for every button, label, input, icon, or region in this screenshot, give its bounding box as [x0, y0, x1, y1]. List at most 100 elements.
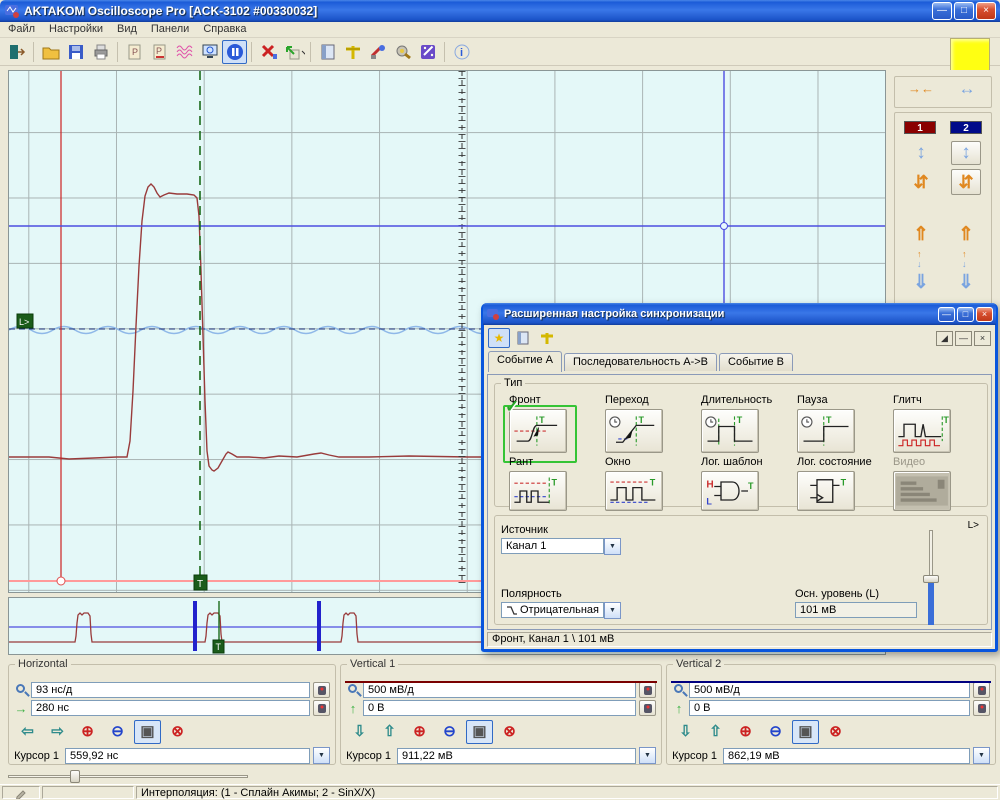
- dialog-panel-icon[interactable]: [512, 328, 534, 348]
- zoom-reset-button[interactable]: ⊗: [164, 720, 191, 744]
- pause-button[interactable]: [222, 40, 247, 64]
- ch1-offset-knob-button[interactable]: [639, 700, 656, 716]
- horizontal-offset-knob-button[interactable]: [313, 700, 330, 716]
- dialog-close-panel-button[interactable]: ×: [974, 331, 991, 346]
- print-icon[interactable]: [88, 40, 113, 64]
- scroll-left-button[interactable]: ⇦: [14, 720, 41, 744]
- record-document-icon[interactable]: P: [122, 40, 147, 64]
- ch2-zoom-in-button[interactable]: ⊕: [732, 720, 759, 744]
- cursor1-marker[interactable]: [57, 577, 65, 585]
- ch2-zoom-reset-button[interactable]: ⊗: [822, 720, 849, 744]
- ch2-expand-vertical-button[interactable]: ↕: [951, 141, 981, 165]
- ch1-scale-knob-button[interactable]: [639, 682, 656, 698]
- menu-settings[interactable]: Настройки: [49, 23, 103, 36]
- ch1-compress-vertical-button[interactable]: ⇵: [907, 169, 935, 195]
- trigger-type-logic-pattern-button[interactable]: HLT: [701, 471, 759, 511]
- record-position-slider[interactable]: [8, 769, 248, 783]
- ch1-fine-down-icon[interactable]: ↓: [917, 259, 922, 269]
- menu-file[interactable]: Файл: [8, 23, 35, 36]
- horizontal-offset-field[interactable]: 280 нс: [31, 700, 310, 716]
- dialog-minimize-button[interactable]: —: [938, 307, 955, 322]
- ch2-shift-up-button[interactable]: ⇑: [951, 223, 981, 245]
- ch1-zoom-out-button[interactable]: ⊖: [436, 720, 463, 744]
- maximize-button[interactable]: □: [954, 2, 974, 20]
- compress-horizontal-button[interactable]: →←: [903, 81, 939, 96]
- menu-panels[interactable]: Панели: [151, 23, 189, 36]
- timebase-field[interactable]: 93 нс/д: [31, 682, 310, 698]
- tools-icon[interactable]: [365, 40, 390, 64]
- insert-marker-icon[interactable]: [281, 40, 306, 64]
- polarity-dropdown-button[interactable]: ▼: [604, 602, 621, 619]
- zoom-out-button[interactable]: ⊖: [104, 720, 131, 744]
- polarity-combobox[interactable]: Отрицательная ▼: [501, 602, 621, 619]
- trigger-type-runt-button[interactable]: T: [509, 471, 567, 511]
- tab-sequence-ab[interactable]: Последовательность A->B: [564, 353, 717, 371]
- ch1-fine-up-icon[interactable]: ↑: [917, 249, 922, 259]
- ch1-cursor1-dropdown-button[interactable]: ▼: [639, 747, 656, 764]
- display-monitor-icon[interactable]: [197, 40, 222, 64]
- ch1-zoom-in-button[interactable]: ⊕: [406, 720, 433, 744]
- ch1-scale-field[interactable]: 500 мВ/д: [363, 682, 636, 698]
- trigger-type-transition-button[interactable]: T: [605, 409, 663, 453]
- level-slider-thumb[interactable]: [923, 575, 939, 583]
- tab-event-b[interactable]: Событие B: [719, 353, 793, 371]
- slider-thumb[interactable]: [70, 770, 80, 783]
- dialog-collapse-button[interactable]: —: [955, 331, 972, 346]
- ch2-offset-field[interactable]: 0 В: [689, 700, 970, 716]
- dialog-level-tool-icon[interactable]: [536, 328, 558, 348]
- timebase-knob-button[interactable]: [313, 682, 330, 698]
- ch2-scale-field[interactable]: 500 мВ/д: [689, 682, 970, 698]
- minimize-button[interactable]: —: [932, 2, 952, 20]
- info-icon[interactable]: i: [449, 40, 474, 64]
- cursor1-time-field[interactable]: 559,92 нс: [65, 748, 310, 764]
- source-combobox[interactable]: Канал 1 ▼: [501, 538, 621, 555]
- ch1-shift-up-button[interactable]: ⇑: [907, 223, 935, 245]
- zoom-window-button[interactable]: ▣: [134, 720, 161, 744]
- ch2-compress-vertical-button[interactable]: ⇵: [951, 169, 981, 195]
- scroll-right-button[interactable]: ⇨: [44, 720, 71, 744]
- cursor1-dropdown-button[interactable]: ▼: [313, 747, 330, 764]
- view-range-end-bar[interactable]: [317, 601, 321, 651]
- zoom-in-button[interactable]: ⊕: [74, 720, 101, 744]
- ch2-offset-knob-button[interactable]: [973, 700, 990, 716]
- wizard-icon[interactable]: [415, 40, 440, 64]
- menu-help[interactable]: Справка: [203, 23, 246, 36]
- level-value-field[interactable]: 101 мВ: [795, 602, 917, 618]
- source-dropdown-button[interactable]: ▼: [604, 538, 621, 555]
- trigger-type-glitch-button[interactable]: T: [893, 409, 951, 453]
- ch1-expand-vertical-button[interactable]: ↕: [907, 141, 935, 165]
- ch1-zoom-window-button[interactable]: ▣: [466, 720, 493, 744]
- side-panel-icon[interactable]: [315, 40, 340, 64]
- ch2-cursor1-dropdown-button[interactable]: ▼: [973, 747, 990, 764]
- ch1-shift-down-button[interactable]: ⇓: [907, 271, 935, 293]
- level-slider[interactable]: [923, 530, 939, 625]
- open-folder-icon[interactable]: [38, 40, 63, 64]
- waveform-icon[interactable]: [172, 40, 197, 64]
- favorite-star-button[interactable]: ★: [488, 328, 510, 348]
- trigger-type-width-button[interactable]: T: [701, 409, 759, 453]
- ch2-zoom-window-button[interactable]: ▣: [792, 720, 819, 744]
- ch1-offset-field[interactable]: 0 В: [363, 700, 636, 716]
- trigger-level-tool-icon[interactable]: [340, 40, 365, 64]
- ch2-scroll-up-button[interactable]: ⇧: [702, 720, 729, 744]
- ch2-zoom-out-button[interactable]: ⊖: [762, 720, 789, 744]
- cursor-blue-marker[interactable]: [721, 223, 728, 230]
- ch1-scroll-down-button[interactable]: ⇩: [346, 720, 373, 744]
- trigger-type-pause-button[interactable]: T: [797, 409, 855, 453]
- dialog-maximize-button[interactable]: □: [957, 307, 974, 322]
- ch2-cursor1-field[interactable]: 862,19 мВ: [723, 748, 970, 764]
- exit-button[interactable]: [4, 40, 29, 64]
- ch2-scroll-down-button[interactable]: ⇩: [672, 720, 699, 744]
- ch1-scroll-up-button[interactable]: ⇧: [376, 720, 403, 744]
- tab-event-a[interactable]: Событие A: [488, 351, 562, 372]
- ch1-cursor1-field[interactable]: 911,22 мВ: [397, 748, 636, 764]
- dialog-close-button[interactable]: ×: [976, 307, 993, 322]
- ch2-fine-down-icon[interactable]: ↓: [962, 259, 967, 269]
- dialog-graph-button[interactable]: ◢: [936, 331, 953, 346]
- expand-horizontal-button[interactable]: ↔: [949, 79, 985, 99]
- trigger-type-logic-state-button[interactable]: T: [797, 471, 855, 511]
- ch2-fine-up-icon[interactable]: ↑: [962, 249, 967, 259]
- calibrate-icon[interactable]: [390, 40, 415, 64]
- view-range-start-bar[interactable]: [193, 601, 197, 651]
- save-icon[interactable]: [63, 40, 88, 64]
